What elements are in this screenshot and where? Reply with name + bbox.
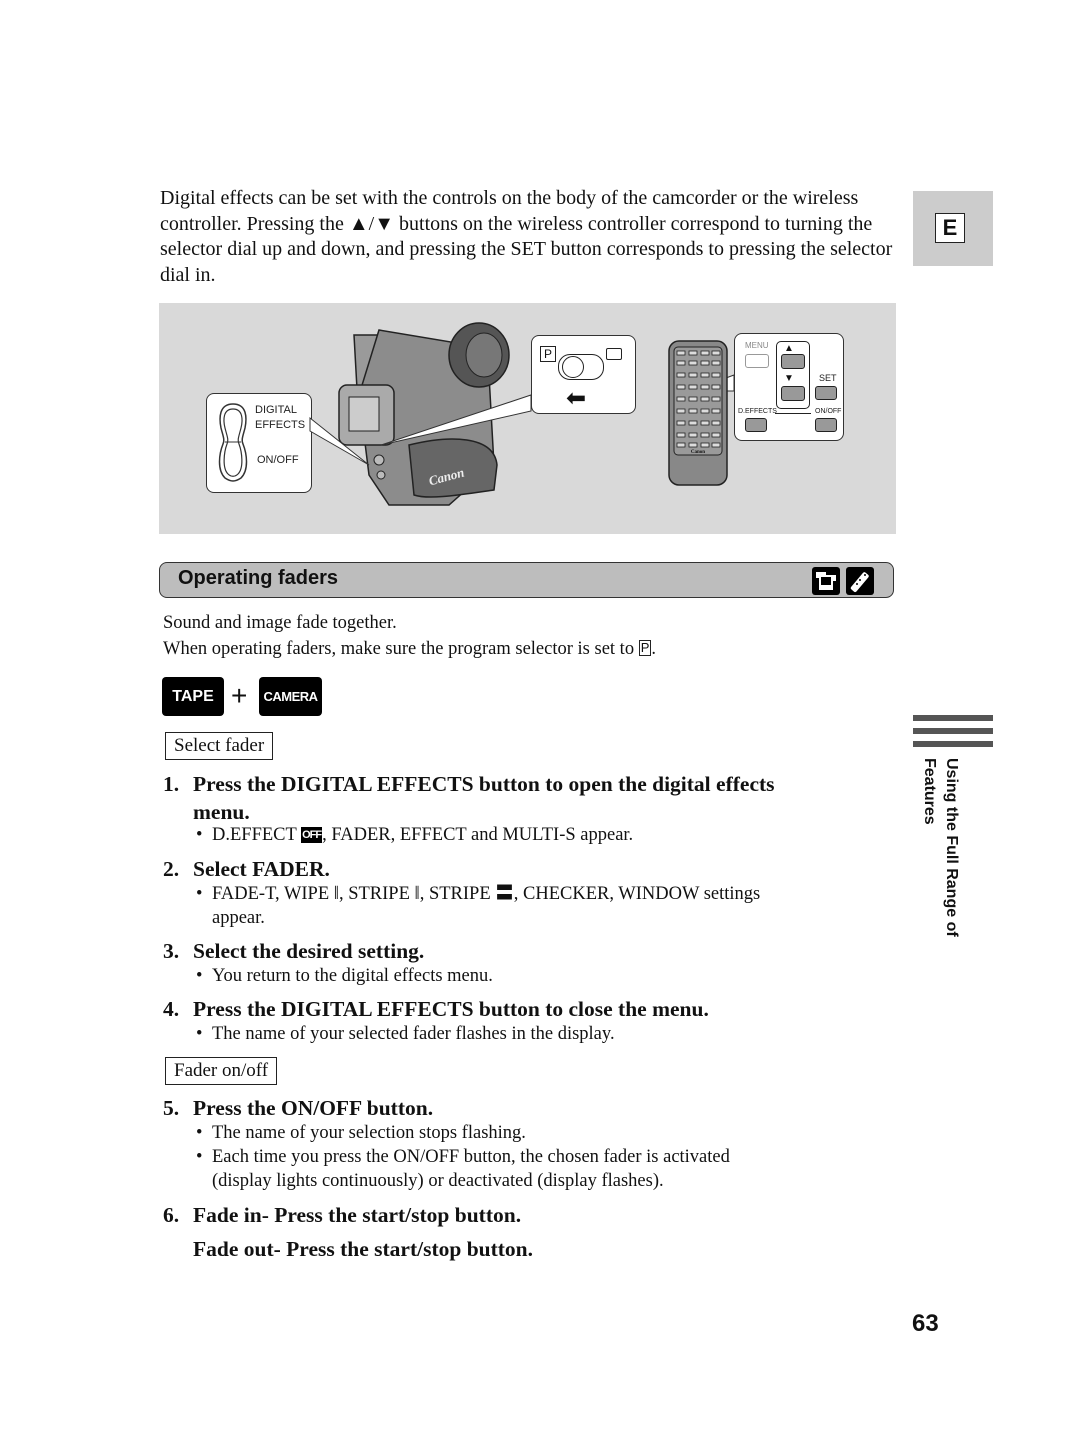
step-text: Press the ON/OFF button. xyxy=(193,1096,434,1120)
description-line-1: Sound and image fade together. xyxy=(163,613,397,633)
bullet-text: You return to the digital effects menu. xyxy=(212,966,493,986)
set-label: SET xyxy=(819,373,837,383)
bullet-text: D.EFFECT xyxy=(212,825,302,845)
label-connector-line xyxy=(775,413,811,414)
bullet-text: The name of your selection stops flashin… xyxy=(212,1123,526,1143)
up-button[interactable] xyxy=(781,354,805,369)
description-end: . xyxy=(651,639,656,659)
step-4: 4. Press the DIGITAL EFFECTS button to cl… xyxy=(163,995,709,1023)
page-number: 63 xyxy=(912,1310,939,1337)
step-5-bullet-1: • The name of your selection stops flashi… xyxy=(196,1121,896,1145)
step-3: 3. Select the desired setting. xyxy=(163,937,424,965)
bullet-text-end: , FADER, EFFECT and MULTI-S appear. xyxy=(322,825,634,845)
step-text: Press the DIGITAL EFFECTS button to open… xyxy=(193,772,775,796)
auto-position-marker xyxy=(606,348,622,360)
bullet-dot: • xyxy=(196,1123,203,1143)
step-text: Fade in- Press the start/stop button. xyxy=(193,1203,522,1227)
fader-onoff-label: Fader on/off xyxy=(165,1057,278,1085)
tape-mode-badge: TAPE xyxy=(162,677,224,716)
bullet-dot: • xyxy=(196,966,203,986)
side-bar-2 xyxy=(913,728,993,734)
step-number: 5. xyxy=(163,1096,180,1120)
remote-control-icon xyxy=(846,567,874,595)
language-letter: E xyxy=(935,213,965,243)
up-arrow-icon: ▲ xyxy=(784,343,794,354)
camera-mode-badge: CAMERA xyxy=(259,677,322,716)
digital-label: DIGITAL xyxy=(255,404,297,416)
intro-paragraph: Digital effects can be set with the cont… xyxy=(160,186,895,288)
bullet-dot: • xyxy=(196,1147,203,1167)
description-line-2: When operating faders, make sure the pro… xyxy=(163,637,656,661)
side-bar-3 xyxy=(913,741,993,747)
bullet-text-continued: (display lights continuously) or deactiv… xyxy=(212,1171,664,1191)
camcorder-icon xyxy=(812,567,840,595)
menu-label: MENU xyxy=(745,341,769,350)
step-text: Select the desired setting. xyxy=(193,939,425,963)
digital-effects-callout: DIGITAL EFFECTS ON/OFF xyxy=(206,393,312,493)
bullet-text: The name of your selected fader flashes … xyxy=(212,1024,615,1044)
set-button[interactable] xyxy=(815,386,837,400)
program-selector-callout: P ⬅ xyxy=(531,335,636,414)
step-text-continued: Fade out- Press the start/stop button. xyxy=(193,1237,534,1261)
description-text: When operating faders, make sure the pro… xyxy=(163,639,639,659)
menu-button[interactable] xyxy=(745,354,769,368)
section-title: Operating faders xyxy=(178,567,339,589)
up-down-arrows: ▲/▼ xyxy=(348,212,395,235)
down-button[interactable] xyxy=(781,386,805,401)
step-1: 1. Press the DIGITAL EFFECTS button to op… xyxy=(163,770,775,826)
selector-knob[interactable] xyxy=(562,356,584,378)
bullet-text: Each time you press the ON/OFF button, t… xyxy=(212,1147,730,1167)
step-text: Select FADER. xyxy=(193,857,330,881)
bullet-text-continued: appear. xyxy=(212,908,265,928)
plus-sign: + xyxy=(231,680,248,711)
onoff-label: ON/OFF xyxy=(257,454,299,466)
arrow-button-group: ▲ ▼ xyxy=(776,341,810,409)
rocker-button-icon xyxy=(218,403,248,482)
on-off-label: ON/OFF xyxy=(815,408,842,415)
language-tab: E xyxy=(913,191,993,266)
bullet-dot: • xyxy=(196,825,203,845)
section-header: Operating faders xyxy=(159,562,894,598)
step-number: 3. xyxy=(163,939,180,963)
on-off-button[interactable] xyxy=(815,418,837,432)
chapter-side-label: Using the Full Range of Features xyxy=(921,758,960,937)
step-number: 1. xyxy=(163,772,180,796)
side-bar-1 xyxy=(913,715,993,721)
p-position-label: P xyxy=(540,346,556,362)
remote-buttons-callout: MENU ▲ ▼ SET D.EFFECTS ON/OFF xyxy=(734,333,844,441)
selector-switch[interactable] xyxy=(558,354,604,380)
step-text: Press the DIGITAL EFFECTS button to clos… xyxy=(193,997,709,1021)
step-text-continued: menu. xyxy=(193,800,250,824)
step-2-bullet: • FADE-T, WIPE ǁ, STRIPE ǁ, STRIPE 〓, CHE… xyxy=(196,882,896,930)
step-5-bullet-2: • Each time you press the ON/OFF button, … xyxy=(196,1145,896,1193)
step-5: 5. Press the ON/OFF button. xyxy=(163,1094,433,1122)
step-number: 2. xyxy=(163,857,180,881)
d-effects-label: D.EFFECTS xyxy=(738,408,777,415)
left-arrow-icon: ⬅ xyxy=(566,384,587,412)
illustration-panel: DIGITAL EFFECTS ON/OFF Canon P ⬅ Canon M… xyxy=(159,303,896,534)
select-fader-label: Select fader xyxy=(165,732,274,760)
off-indicator-icon: OFF xyxy=(301,827,323,843)
down-arrow-icon: ▼ xyxy=(784,373,794,384)
step-number: 6. xyxy=(163,1203,180,1227)
p-symbol: P xyxy=(638,640,652,656)
step-4-bullet: • The name of your selected fader flashes… xyxy=(196,1022,896,1046)
camcorder-illustration: Canon xyxy=(338,322,510,506)
bullet-dot: • xyxy=(196,884,203,904)
step-number: 4. xyxy=(163,997,180,1021)
step-2: 2. Select FADER. xyxy=(163,855,330,883)
step-1-bullet: • D.EFFECT OFF, FADER, EFFECT and MULTI-S… xyxy=(196,823,896,847)
step-6: 6. Fade in- Press the start/stop button. … xyxy=(163,1201,533,1263)
step-3-bullet: • You return to the digital effects menu. xyxy=(196,964,896,988)
effects-label: EFFECTS xyxy=(255,419,306,431)
wireless-controller-illustration: Canon xyxy=(668,340,728,486)
d-effects-button[interactable] xyxy=(745,418,767,432)
bullet-dot: • xyxy=(196,1024,203,1044)
remote-brand-label: Canon xyxy=(691,450,705,455)
bullet-text: FADE-T, WIPE ǁ, STRIPE ǁ, STRIPE 〓, CHEC… xyxy=(212,884,761,904)
